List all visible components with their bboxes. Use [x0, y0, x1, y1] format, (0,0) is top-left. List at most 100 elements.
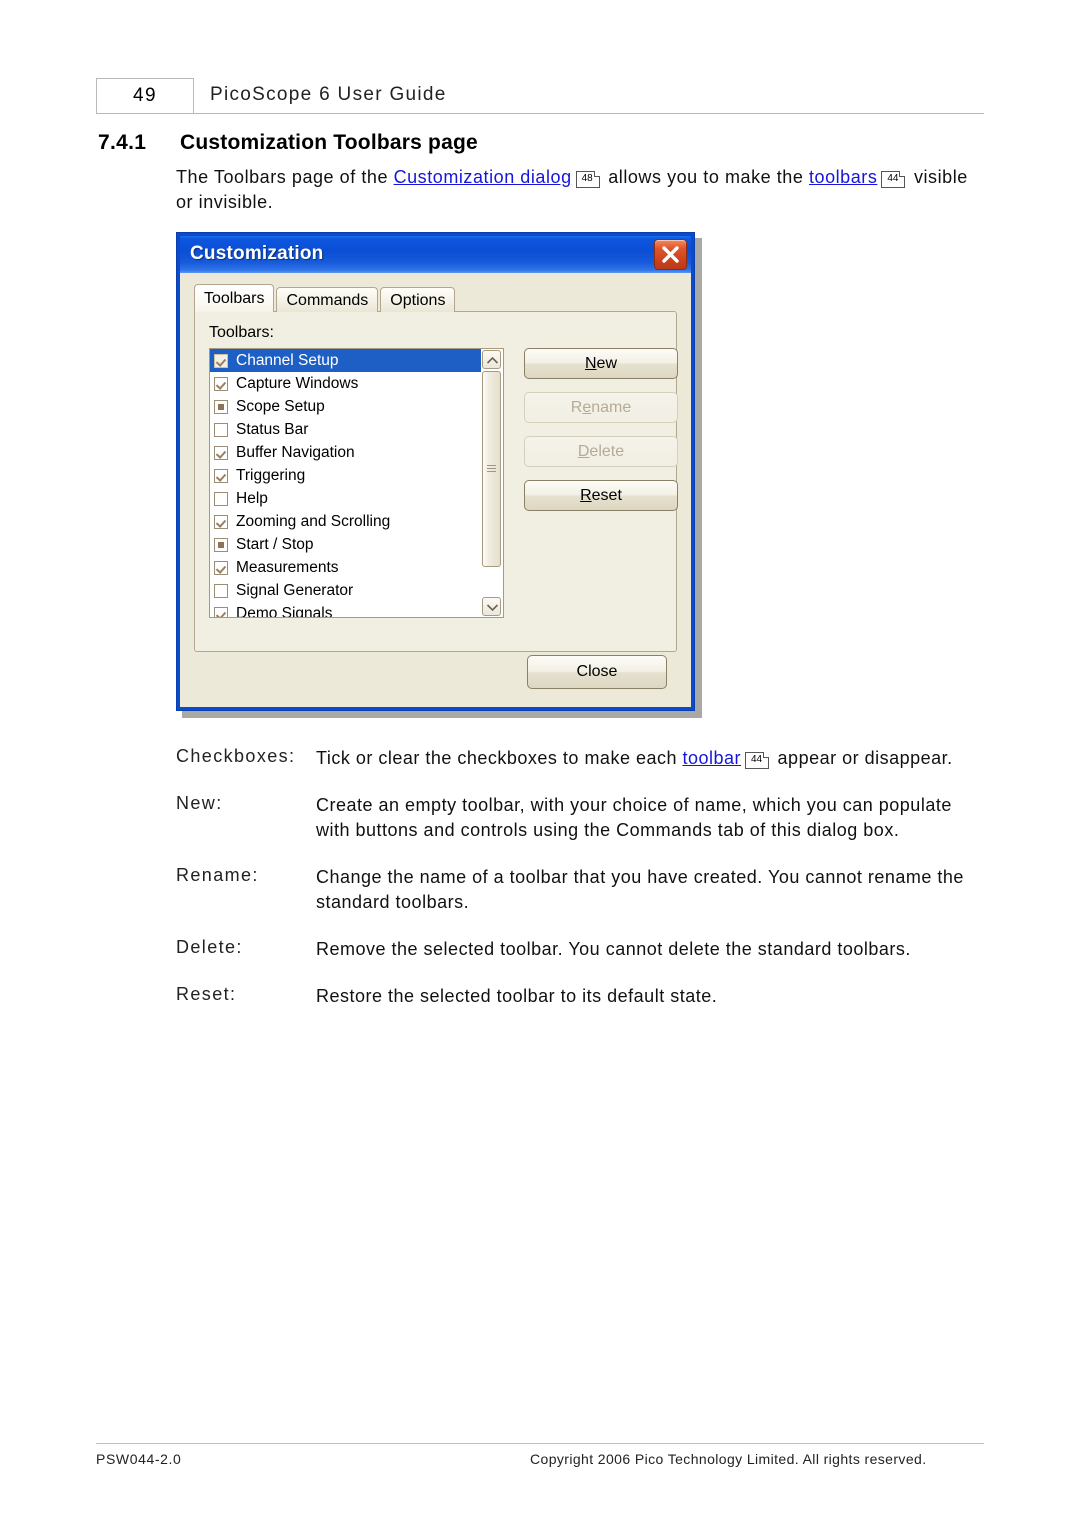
list-item[interactable]: Scope Setup: [210, 395, 494, 418]
list-item-label: Capture Windows: [236, 374, 359, 392]
list-item-label: Zooming and Scrolling: [236, 512, 391, 530]
tab-options[interactable]: Options: [380, 287, 456, 312]
close-icon[interactable]: [654, 239, 687, 270]
definition-row-checkboxes: Checkboxes: Tick or clear the checkboxes…: [176, 746, 986, 771]
list-item[interactable]: Signal Generator: [210, 579, 494, 602]
list-item[interactable]: Help: [210, 487, 494, 510]
definition-term: Checkboxes:: [176, 746, 296, 766]
rename-button: Re name: [524, 392, 678, 423]
page-ref-badge[interactable]: 48: [575, 171, 600, 188]
page-header: 49 PicoScope 6 User Guide: [96, 78, 984, 116]
link-toolbar[interactable]: toolbar: [683, 748, 742, 768]
definition-row-new: New: Create an empty toolbar, with your …: [176, 793, 986, 843]
tab-toolbars[interactable]: Toolbars: [194, 284, 275, 312]
intro-text-2: allows you to make the: [602, 167, 809, 187]
checkbox-checked-icon[interactable]: [214, 606, 228, 617]
list-item[interactable]: Start / Stop: [210, 533, 494, 556]
definition-list: Checkboxes: Tick or clear the checkboxes…: [176, 746, 986, 1031]
definition-text-1: Tick or clear the checkboxes to make eac…: [316, 748, 683, 768]
list-item-label: Help: [236, 489, 268, 507]
definition-description: Create an empty toolbar, with your choic…: [316, 795, 952, 840]
close-button[interactable]: Close: [527, 655, 667, 689]
list-item[interactable]: Demo Signals: [210, 602, 494, 618]
definition-term: New:: [176, 793, 223, 813]
checkbox-unchecked-icon[interactable]: [214, 583, 228, 598]
list-item[interactable]: Triggering: [210, 464, 494, 487]
definition-description: Tick or clear the checkboxes to make eac…: [316, 746, 986, 771]
definition-description: Remove the selected toolbar. You cannot …: [316, 939, 911, 959]
list-item-label: Measurements: [236, 558, 339, 576]
definition-term: Rename:: [176, 865, 259, 885]
page-ref-badge[interactable]: 44: [881, 171, 906, 188]
rename-button-suffix: name: [591, 398, 632, 416]
list-item[interactable]: Status Bar: [210, 418, 494, 441]
list-item-label: Scope Setup: [236, 397, 325, 415]
definition-description: Restore the selected toolbar to its defa…: [316, 986, 718, 1006]
page-ref-badge[interactable]: 44: [745, 752, 770, 769]
new-button-suffix: ew: [596, 354, 617, 372]
dialog-tabstrip: Toolbars Commands Options: [194, 284, 457, 312]
list-item[interactable]: Capture Windows: [210, 372, 494, 395]
delete-button: Delete: [524, 436, 678, 467]
definition-row-reset: Reset: Restore the selected toolbar to i…: [176, 984, 986, 1009]
reset-button[interactable]: Reset: [524, 480, 678, 511]
intro-paragraph: The Toolbars page of the Customization d…: [176, 165, 976, 215]
list-item[interactable]: Zooming and Scrolling: [210, 510, 494, 533]
scrollbar-grip-icon: [487, 465, 496, 473]
checkbox-indeterminate-icon[interactable]: [214, 537, 228, 552]
list-item-label: Channel Setup: [236, 351, 339, 369]
delete-button-mnemonic: D: [577, 442, 590, 460]
definition-description: Change the name of a toolbar that you ha…: [316, 867, 964, 912]
link-customization-dialog[interactable]: Customization dialog: [394, 167, 572, 187]
definition-row-rename: Rename: Change the name of a toolbar tha…: [176, 865, 986, 915]
checkbox-checked-icon[interactable]: [214, 514, 228, 529]
list-item-label: Demo Signals: [236, 604, 333, 618]
footer-copyright: Copyright 2006 Pico Technology Limited. …: [530, 1451, 927, 1467]
toolbars-tab-panel: Toolbars: Channel Setup Capture Windows …: [194, 311, 678, 652]
page-title: Customization Toolbars page: [180, 131, 478, 154]
footer-document-code: PSW044-2.0: [96, 1451, 182, 1467]
checkbox-unchecked-icon[interactable]: [214, 491, 228, 506]
customization-dialog: Customization Toolbars Commands Options …: [176, 232, 695, 711]
checkbox-checked-icon[interactable]: [214, 468, 228, 483]
header-divider: [194, 113, 984, 114]
checkbox-checked-icon[interactable]: [214, 353, 228, 368]
list-item-label: Signal Generator: [236, 581, 354, 599]
checkbox-checked-icon[interactable]: [214, 376, 228, 391]
new-button[interactable]: New: [524, 348, 678, 379]
list-item[interactable]: Buffer Navigation: [210, 441, 494, 464]
definition-term: Reset:: [176, 984, 237, 1004]
listbox-scrollbar[interactable]: [481, 348, 504, 618]
section-number: 7.4.1: [98, 131, 147, 154]
scrollbar-thumb[interactable]: [482, 371, 501, 567]
chevron-up-icon[interactable]: [482, 350, 501, 369]
list-item[interactable]: Channel Setup: [210, 349, 494, 372]
dialog-body: Toolbars Commands Options Toolbars: Chan…: [180, 273, 691, 707]
checkbox-checked-icon[interactable]: [214, 560, 228, 575]
list-item-label: Status Bar: [236, 420, 309, 438]
reset-button-mnemonic: R: [580, 486, 592, 504]
rename-button-mnemonic: e: [582, 398, 592, 416]
toolbars-listbox[interactable]: Channel Setup Capture Windows Scope Setu…: [209, 348, 495, 618]
list-item-label: Triggering: [236, 466, 306, 484]
footer-divider: [96, 1443, 984, 1444]
chevron-down-icon[interactable]: [482, 597, 501, 616]
list-item-label: Buffer Navigation: [236, 443, 355, 461]
definition-text-2: appear or disappear.: [772, 748, 953, 768]
dialog-title: Customization: [190, 243, 324, 264]
list-item-label: Start / Stop: [236, 535, 314, 553]
list-item[interactable]: Measurements: [210, 556, 494, 579]
delete-button-suffix: elete: [589, 442, 625, 460]
toolbars-group-label: Toolbars:: [209, 324, 274, 341]
rename-button-prefix: R: [570, 398, 583, 416]
intro-text-1: The Toolbars page of the: [176, 167, 394, 187]
tab-commands[interactable]: Commands: [276, 287, 379, 312]
reset-button-suffix: eset: [591, 486, 622, 504]
dialog-footer: Close: [527, 655, 667, 689]
checkbox-indeterminate-icon[interactable]: [214, 399, 228, 414]
running-title: PicoScope 6 User Guide: [210, 84, 447, 105]
page-number: 49: [96, 78, 194, 114]
checkbox-checked-icon[interactable]: [214, 445, 228, 460]
link-toolbars[interactable]: toolbars: [809, 167, 877, 187]
checkbox-unchecked-icon[interactable]: [214, 422, 228, 437]
